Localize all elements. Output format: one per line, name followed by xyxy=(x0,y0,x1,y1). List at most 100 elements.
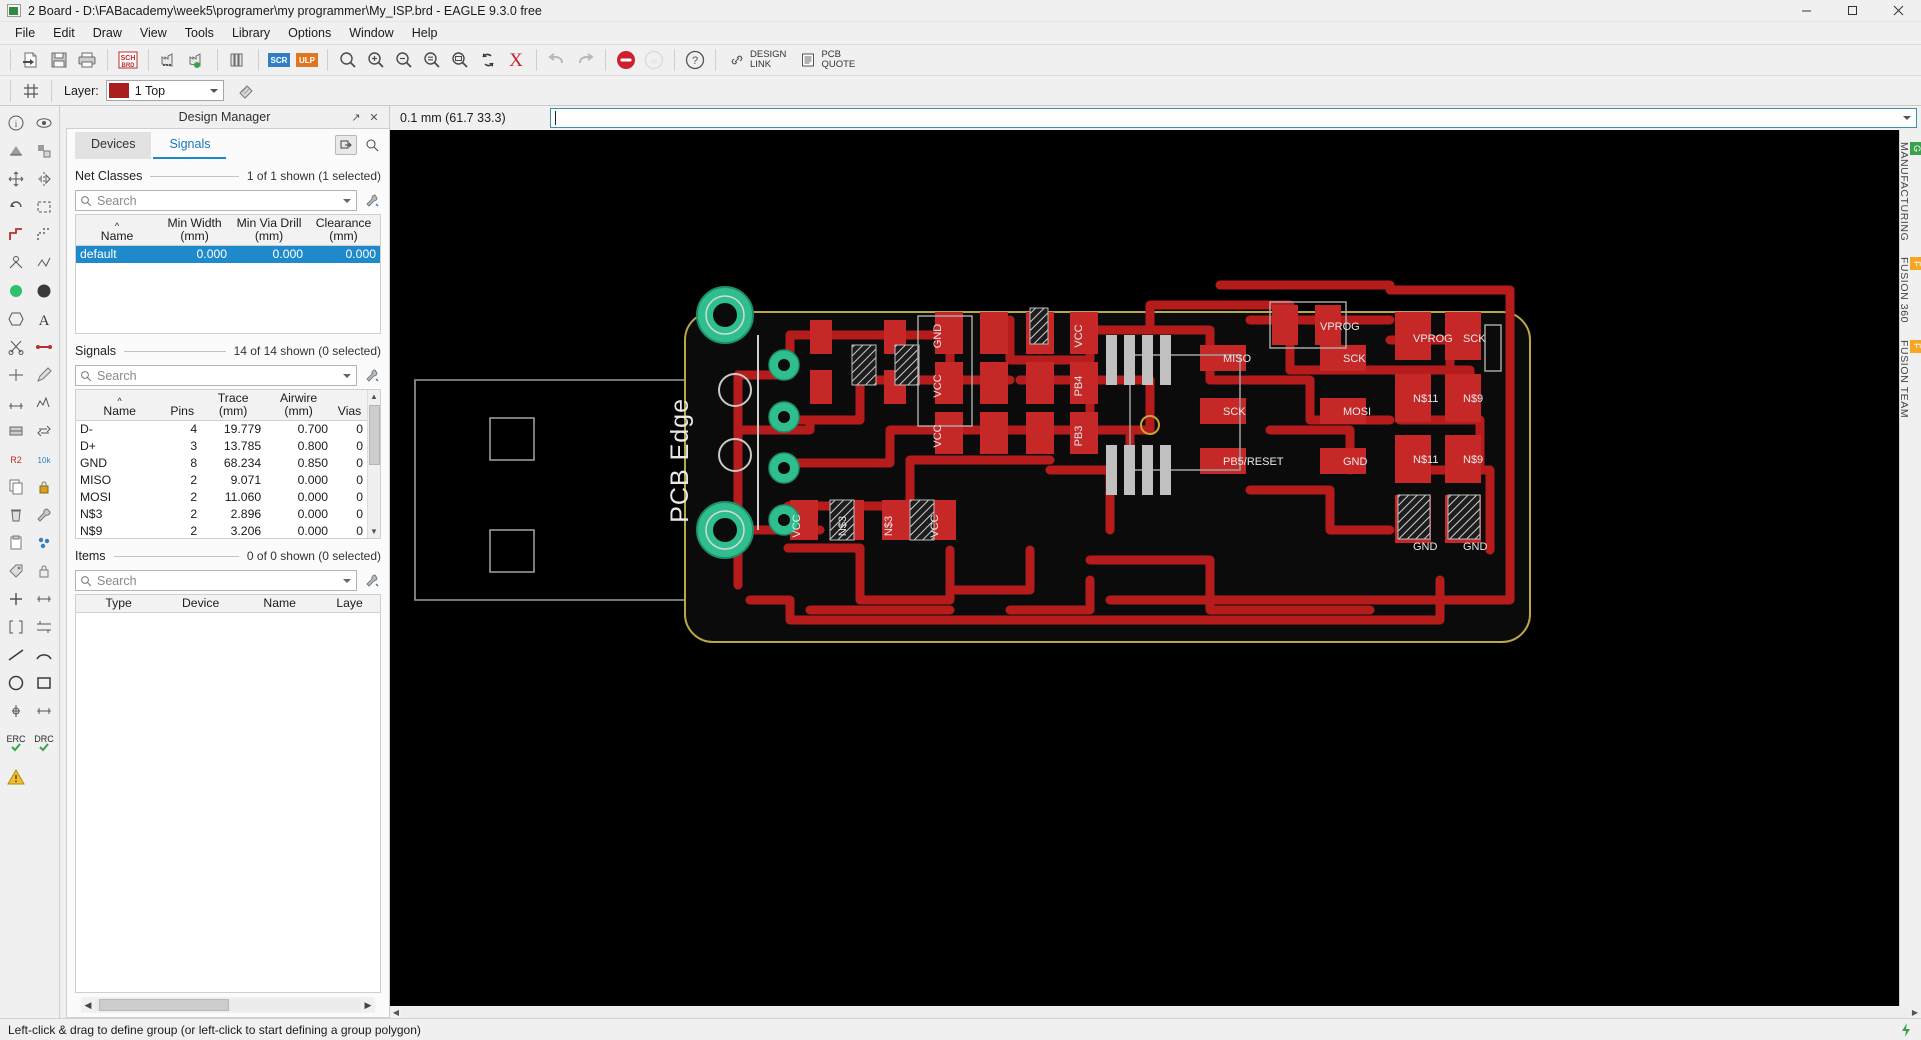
scroll-left-icon[interactable]: ◀ xyxy=(390,1008,402,1017)
signals-search-input[interactable] xyxy=(97,368,352,383)
open-icon[interactable] xyxy=(17,47,45,73)
switch-to-schematic-icon[interactable]: SCH BRD xyxy=(114,47,142,73)
menu-library[interactable]: Library xyxy=(223,23,279,43)
scroll-down-icon[interactable]: ▼ xyxy=(368,525,380,538)
manufacturing-preview-icon[interactable] xyxy=(183,47,211,73)
split-icon[interactable] xyxy=(2,361,30,389)
move-group-icon[interactable] xyxy=(30,137,58,165)
menu-edit[interactable]: Edit xyxy=(44,23,84,43)
signal-icon[interactable] xyxy=(30,249,58,277)
signals-search[interactable] xyxy=(75,365,357,386)
items-search-input[interactable] xyxy=(97,573,352,588)
right-tab-fusion-team[interactable]: F FUSION TEAM xyxy=(1898,334,1921,424)
show-icon[interactable] xyxy=(30,109,58,137)
drc-button[interactable]: DRC xyxy=(30,729,58,757)
close-icon[interactable]: ✕ xyxy=(367,110,381,124)
group-icon[interactable] xyxy=(30,193,58,221)
zoom-in-icon[interactable] xyxy=(362,47,390,73)
col-trace[interactable]: Trace (mm) xyxy=(201,390,266,421)
table-row[interactable]: D- 4 19.779 0.700 0 xyxy=(76,421,367,439)
add-part-icon[interactable] xyxy=(2,585,30,613)
tab-signals[interactable]: Signals xyxy=(153,132,227,159)
zoom-out-icon[interactable] xyxy=(390,47,418,73)
menu-file[interactable]: File xyxy=(6,23,44,43)
script-icon[interactable]: SCR xyxy=(265,47,293,73)
col-min-via-drill[interactable]: Min Via Drill (mm) xyxy=(231,215,308,246)
table-row[interactable]: GND 8 68.234 0.850 0 xyxy=(76,455,367,472)
table-row[interactable]: D+ 3 13.785 0.800 0 xyxy=(76,438,367,455)
table-row[interactable]: N$3 2 2.896 0.000 0 xyxy=(76,506,367,523)
scroll-right-icon[interactable]: ▶ xyxy=(361,1000,375,1011)
items-settings-icon[interactable] xyxy=(363,571,381,591)
canvas-horizontal-scrollbar[interactable]: ◀ ▶ xyxy=(390,1006,1921,1018)
zoom-select-icon[interactable] xyxy=(446,47,474,73)
menu-help[interactable]: Help xyxy=(403,23,447,43)
value-icon[interactable]: 10k xyxy=(30,445,58,473)
cut-icon[interactable] xyxy=(2,333,30,361)
library-manager-icon[interactable] xyxy=(224,47,252,73)
table-row[interactable]: N$9 2 3.206 0.000 0 xyxy=(76,523,367,538)
display-icon[interactable] xyxy=(2,137,30,165)
close-button[interactable] xyxy=(1875,0,1921,22)
bracket-icon[interactable] xyxy=(2,613,30,641)
ulp-icon[interactable]: ULP xyxy=(293,47,321,73)
erc-button[interactable]: ERC xyxy=(2,729,30,757)
cam-processor-icon[interactable] xyxy=(155,47,183,73)
col-airwire[interactable]: Airwire (mm) xyxy=(265,390,333,421)
dimension-icon[interactable] xyxy=(2,389,30,417)
move-icon[interactable] xyxy=(2,165,30,193)
chevron-down-icon[interactable] xyxy=(1903,116,1911,120)
rectangle-icon[interactable] xyxy=(30,669,58,697)
save-icon[interactable] xyxy=(45,47,73,73)
info-icon[interactable]: i xyxy=(2,109,30,137)
pcb-canvas[interactable]: GND VCC PB4 PB3 VCC VCC VCC N$3 N$3 VCC … xyxy=(390,130,1899,1006)
col-vias[interactable]: Vias xyxy=(332,390,367,421)
padlock-icon[interactable] xyxy=(30,557,58,585)
text-icon[interactable]: A xyxy=(30,305,58,333)
refresh-icon[interactable] xyxy=(474,47,502,73)
tag-icon[interactable] xyxy=(2,557,30,585)
route-icon[interactable] xyxy=(2,221,30,249)
paste-icon[interactable] xyxy=(2,529,30,557)
menu-tools[interactable]: Tools xyxy=(176,23,223,43)
tab-devices[interactable]: Devices xyxy=(75,132,152,159)
package-icon[interactable] xyxy=(2,417,30,445)
menu-options[interactable]: Options xyxy=(279,23,340,43)
chevron-down-icon[interactable] xyxy=(343,579,351,583)
col-pins[interactable]: Pins xyxy=(163,390,202,421)
replace-icon[interactable] xyxy=(30,417,58,445)
copy-icon[interactable] xyxy=(2,473,30,501)
chevron-down-icon[interactable] xyxy=(343,199,351,203)
command-line[interactable] xyxy=(550,108,1917,128)
scrollbar-thumb[interactable] xyxy=(369,405,380,465)
layer-settings-icon[interactable] xyxy=(232,78,260,104)
polygon-icon[interactable] xyxy=(2,277,30,305)
table-row[interactable]: MOSI 2 11.060 0.000 0 xyxy=(76,489,367,506)
right-tab-fusion-360[interactable]: F FUSION 360 xyxy=(1898,251,1921,329)
table-row[interactable]: default 0.000 0.000 0.000 xyxy=(76,245,380,263)
pcb-quote-button[interactable]: PCB QUOTE xyxy=(793,47,862,73)
drc-check-icon[interactable]: ∞ xyxy=(640,47,668,73)
pin-icon[interactable]: ↗ xyxy=(349,110,363,124)
zoom-to-selection-icon[interactable] xyxy=(361,135,383,155)
scrollbar-track[interactable] xyxy=(402,1006,1909,1018)
net-classes-search[interactable] xyxy=(75,190,357,211)
hole-icon[interactable] xyxy=(2,697,30,725)
items-search[interactable] xyxy=(75,570,357,591)
scrollbar-track[interactable] xyxy=(95,999,361,1011)
col-clearance[interactable]: Clearance (mm) xyxy=(307,215,380,246)
net-classes-settings-icon[interactable] xyxy=(363,191,381,211)
scroll-left-icon[interactable]: ◀ xyxy=(81,1000,95,1011)
array-icon[interactable] xyxy=(30,585,58,613)
undo-icon[interactable] xyxy=(543,47,571,73)
col-name[interactable]: ^ Name xyxy=(76,390,164,421)
col-layer[interactable]: Laye xyxy=(319,595,380,613)
scroll-up-icon[interactable]: ▲ xyxy=(368,390,380,403)
menu-window[interactable]: Window xyxy=(340,23,402,43)
maximize-button[interactable] xyxy=(1829,0,1875,22)
col-name[interactable]: ^ Name xyxy=(76,215,159,246)
lock-icon[interactable] xyxy=(30,473,58,501)
delete-icon[interactable] xyxy=(2,501,30,529)
zoom-fit-icon[interactable] xyxy=(334,47,362,73)
circle-filled-icon[interactable] xyxy=(30,277,58,305)
